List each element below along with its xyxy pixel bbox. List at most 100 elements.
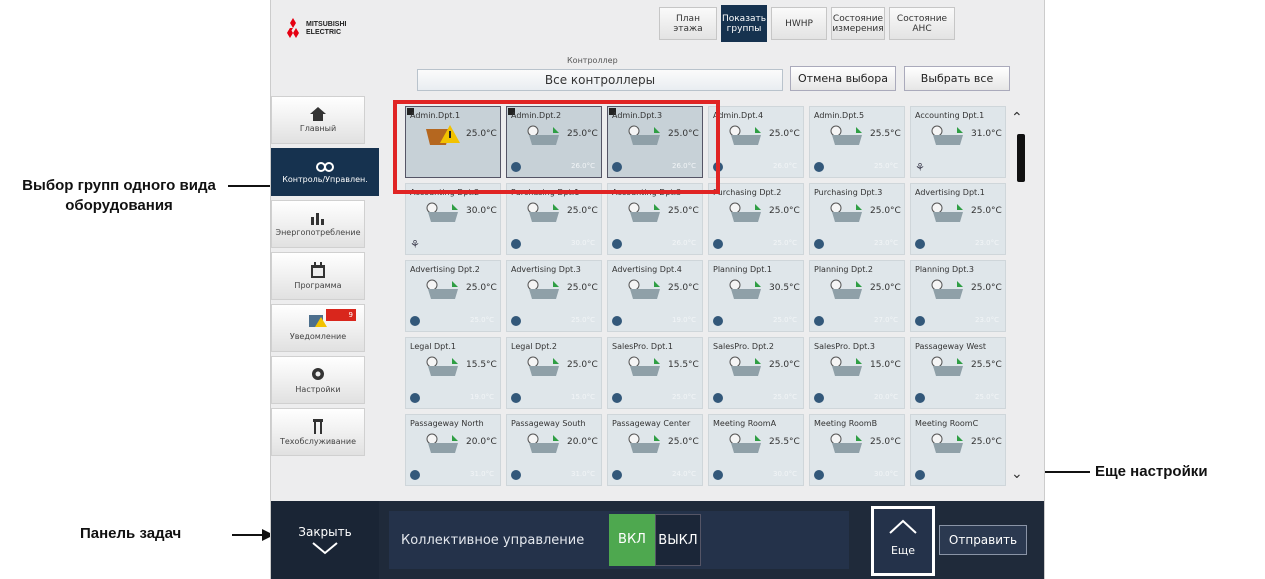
nav-schedule[interactable]: Программа bbox=[271, 252, 365, 300]
group-status-row: 30.0°C bbox=[713, 469, 801, 483]
off-button[interactable]: ВЫКЛ bbox=[655, 514, 701, 566]
tab-floor-plan[interactable]: План этажа bbox=[659, 7, 717, 40]
group-status-row: ⚘ bbox=[410, 238, 498, 252]
group-tile[interactable]: Advertising Dpt.2 25.0°C 25.0°C bbox=[405, 260, 501, 332]
group-status-row: 31.0°C bbox=[410, 469, 498, 483]
mode-icon bbox=[612, 470, 622, 480]
group-name: Legal Dpt.1 bbox=[410, 342, 456, 351]
send-button[interactable]: Отправить bbox=[939, 525, 1027, 555]
group-status-row: 23.0°C bbox=[915, 315, 1003, 329]
group-temperature: 25.0°C bbox=[971, 206, 1002, 216]
group-set-temperature: 25.0°C bbox=[773, 239, 797, 247]
chevron-up-icon bbox=[889, 519, 917, 534]
group-tile[interactable]: Admin.Dpt.4 25.0°C 26.0°C bbox=[708, 106, 804, 178]
group-tile[interactable]: Planning Dpt.3 25.0°C 23.0°C bbox=[910, 260, 1006, 332]
logo-line-1: MITSUBISHI bbox=[306, 21, 347, 28]
group-tile[interactable]: Advertising Dpt.4 25.0°C 19.0°C bbox=[607, 260, 703, 332]
nav-label: Настройки bbox=[295, 385, 341, 394]
group-tile[interactable]: SalesPro. Dpt.3 15.0°C 20.0°C bbox=[809, 337, 905, 409]
group-name: Meeting RoomC bbox=[915, 419, 979, 428]
group-tile[interactable]: Accounting Dpt.1 31.0°C ⚘ bbox=[910, 106, 1006, 178]
group-tile[interactable]: Passageway West 25.5°C 25.0°C bbox=[910, 337, 1006, 409]
on-button[interactable]: ВКЛ bbox=[609, 514, 655, 566]
mode-icon bbox=[915, 393, 925, 403]
nav-notification[interactable]: 9 Уведомление bbox=[271, 304, 365, 352]
page-root: Выбор групп одного вида оборудования Пан… bbox=[0, 0, 1265, 579]
group-tile[interactable]: Purchasing Dpt.3 25.0°C 23.0°C bbox=[809, 183, 905, 255]
group-temperature: 20.0°C bbox=[466, 437, 497, 447]
controller-select[interactable]: Все контроллеры bbox=[417, 69, 783, 91]
mode-icon bbox=[814, 393, 824, 403]
group-status-row: 25.0°C bbox=[713, 392, 801, 406]
select-all-button[interactable]: Выбрать все bbox=[904, 66, 1010, 91]
group-temperature: 30.0°C bbox=[466, 206, 497, 216]
deselect-button[interactable]: Отмена выбора bbox=[790, 66, 896, 91]
group-temperature: 25.0°C bbox=[466, 283, 497, 293]
close-button[interactable]: Закрыть bbox=[271, 501, 379, 579]
nav-label: Техобслуживание bbox=[280, 437, 356, 446]
group-name: Admin.Dpt.4 bbox=[713, 111, 764, 120]
tab-hwhp[interactable]: HWHP bbox=[771, 7, 827, 40]
group-set-temperature: 23.0°C bbox=[874, 239, 898, 247]
tab-label: Показать группы bbox=[721, 13, 767, 34]
collective-control-panel: Коллективное управление ВКЛ ВЫКЛ bbox=[389, 511, 849, 569]
group-set-temperature: 26.0°C bbox=[672, 239, 696, 247]
group-tile[interactable]: Passageway North 20.0°C 31.0°C bbox=[405, 414, 501, 486]
air-conditioner-icon bbox=[830, 125, 862, 145]
more-label: Еще bbox=[890, 544, 916, 557]
group-set-temperature: 30.0°C bbox=[773, 470, 797, 478]
group-status-row: 19.0°C bbox=[410, 392, 498, 406]
group-tile[interactable]: Passageway Center 25.0°C 24.0°C bbox=[607, 414, 703, 486]
scrollbar-thumb[interactable] bbox=[1017, 134, 1025, 182]
nav-maintenance[interactable]: Техобслуживание bbox=[271, 408, 365, 456]
scroll-up-icon[interactable]: ⌃ bbox=[1011, 110, 1023, 126]
group-tile[interactable]: SalesPro. Dpt.1 15.5°C 25.0°C bbox=[607, 337, 703, 409]
group-tile[interactable]: SalesPro. Dpt.2 25.0°C 25.0°C bbox=[708, 337, 804, 409]
group-tile[interactable]: Admin.Dpt.5 25.5°C 25.0°C bbox=[809, 106, 905, 178]
group-name: Admin.Dpt.5 bbox=[814, 111, 865, 120]
group-temperature: 25.0°C bbox=[870, 437, 901, 447]
mode-icon bbox=[713, 316, 723, 326]
group-temperature: 25.0°C bbox=[769, 129, 800, 139]
tab-show-groups[interactable]: Показать группы bbox=[721, 5, 767, 42]
group-tile[interactable]: Planning Dpt.2 25.0°C 27.0°C bbox=[809, 260, 905, 332]
group-temperature: 25.5°C bbox=[870, 129, 901, 139]
group-temperature: 25.0°C bbox=[668, 206, 699, 216]
nav-monitoring[interactable]: Контроль/Управлен. bbox=[271, 148, 379, 196]
group-tile[interactable]: Advertising Dpt.1 25.0°C 23.0°C bbox=[910, 183, 1006, 255]
group-set-temperature: 25.0°C bbox=[975, 393, 999, 401]
tab-measurement-state[interactable]: Состояние измерения bbox=[831, 7, 885, 40]
group-tile[interactable]: Advertising Dpt.3 25.0°C 25.0°C bbox=[506, 260, 602, 332]
air-conditioner-icon bbox=[527, 433, 559, 453]
annotation-more-settings-text: Еще настройки bbox=[1095, 463, 1208, 480]
tab-ahc-state[interactable]: Состояние AHC bbox=[889, 7, 955, 40]
group-tile[interactable]: Purchasing Dpt.2 25.0°C 25.0°C bbox=[708, 183, 804, 255]
group-set-temperature: 23.0°C bbox=[975, 316, 999, 324]
group-name: Purchasing Dpt.3 bbox=[814, 188, 883, 197]
group-name: Meeting RoomB bbox=[814, 419, 878, 428]
controller-screen: MITSUBISHI ELECTRIC План этажа Показать … bbox=[270, 0, 1045, 579]
group-tile[interactable]: Passageway South 20.0°C 31.0°C bbox=[506, 414, 602, 486]
group-tile[interactable]: Planning Dpt.1 30.5°C 25.0°C bbox=[708, 260, 804, 332]
nav-energy[interactable]: Энергопотребление bbox=[271, 200, 365, 248]
group-tile[interactable]: Legal Dpt.1 15.5°C 19.0°C bbox=[405, 337, 501, 409]
mode-icon bbox=[612, 239, 622, 249]
group-temperature: 25.0°C bbox=[567, 206, 598, 216]
mode-icon bbox=[612, 393, 622, 403]
collective-control-label: Коллективное управление bbox=[401, 533, 585, 548]
group-temperature: 30.5°C bbox=[769, 283, 800, 293]
more-button[interactable]: Еще bbox=[871, 506, 935, 576]
nav-home[interactable]: Главный bbox=[271, 96, 365, 144]
group-tile[interactable]: Meeting RoomC 25.0°C bbox=[910, 414, 1006, 486]
controller-label: Контроллер bbox=[567, 56, 618, 65]
mode-icon bbox=[612, 316, 622, 326]
scroll-down-icon[interactable]: ⌄ bbox=[1011, 466, 1023, 482]
group-status-row: 24.0°C bbox=[612, 469, 700, 483]
group-status-row: 23.0°C bbox=[915, 238, 1003, 252]
group-tile[interactable]: Meeting RoomB 25.0°C 30.0°C bbox=[809, 414, 905, 486]
air-conditioner-icon bbox=[426, 356, 458, 376]
nav-settings[interactable]: Настройки bbox=[271, 356, 365, 404]
group-temperature: 25.0°C bbox=[971, 437, 1002, 447]
group-tile[interactable]: Meeting RoomA 25.5°C 30.0°C bbox=[708, 414, 804, 486]
group-tile[interactable]: Legal Dpt.2 25.0°C 15.0°C bbox=[506, 337, 602, 409]
